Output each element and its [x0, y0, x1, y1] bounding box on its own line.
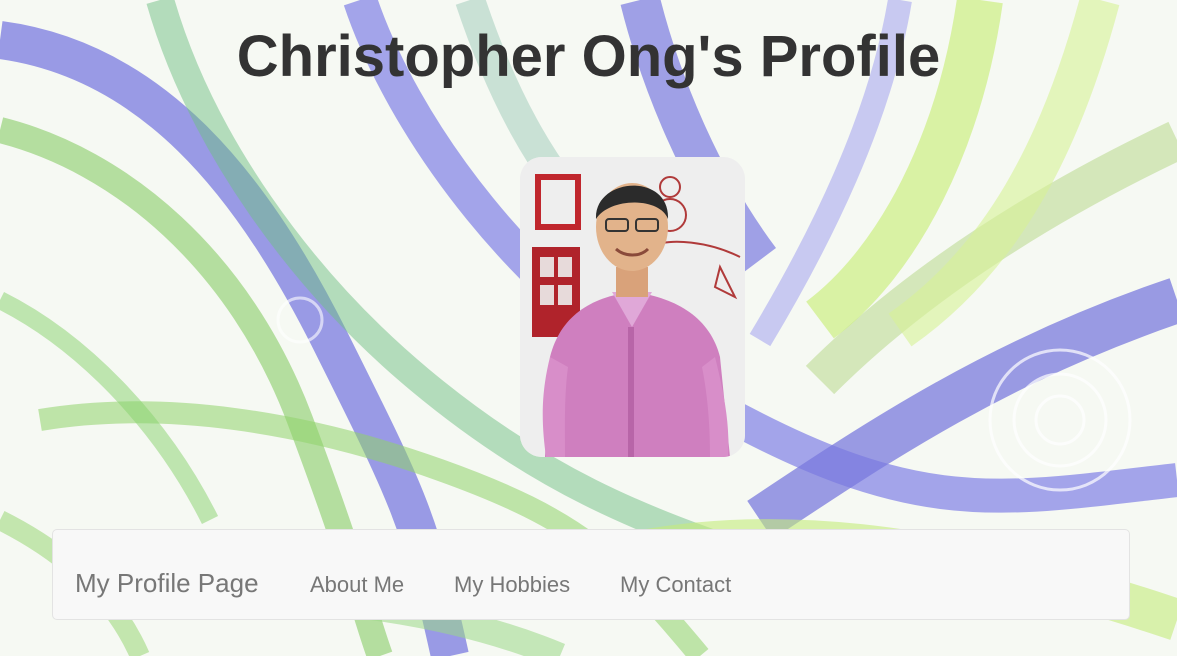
navbar: My Profile Page About Me My Hobbies My C…	[52, 529, 1130, 620]
nav-link-about-me[interactable]: About Me	[310, 572, 404, 598]
page-title: Christopher Ong's Profile	[236, 24, 941, 89]
brand-link[interactable]: My Profile Page	[75, 568, 259, 599]
profile-photo-icon	[520, 157, 745, 457]
profile-photo	[520, 157, 745, 457]
nav-link-my-hobbies[interactable]: My Hobbies	[454, 572, 570, 598]
nav-link-my-contact[interactable]: My Contact	[620, 572, 731, 598]
